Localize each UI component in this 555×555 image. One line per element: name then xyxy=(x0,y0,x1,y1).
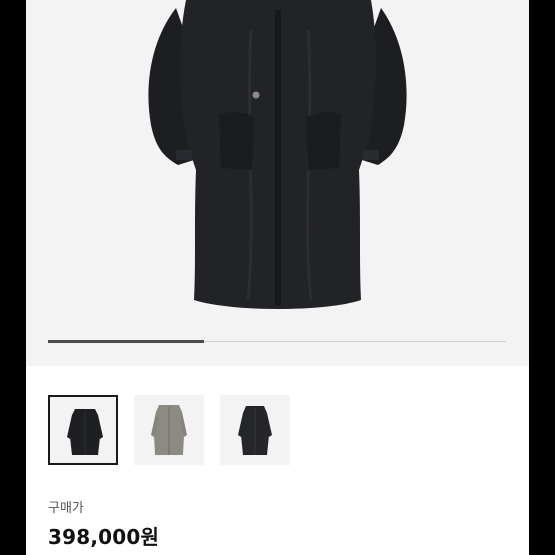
thumbnail-black-coat[interactable] xyxy=(48,395,118,465)
coat-image xyxy=(238,406,272,455)
price-label: 구매가 xyxy=(48,501,84,516)
product-image-carousel[interactable] xyxy=(26,0,529,366)
gallery-progress-bar xyxy=(48,340,506,343)
coat-image xyxy=(151,405,187,455)
product-page: 구매가 398,000원 xyxy=(26,0,529,555)
coat-image xyxy=(67,409,103,455)
thumbnail-grey-coat[interactable] xyxy=(134,395,204,465)
thumbnail-black-coat-alt[interactable] xyxy=(220,395,290,465)
main-product-image xyxy=(148,0,407,309)
gallery-progress-fill xyxy=(48,340,204,343)
price-value: 398,000원 xyxy=(48,525,160,549)
